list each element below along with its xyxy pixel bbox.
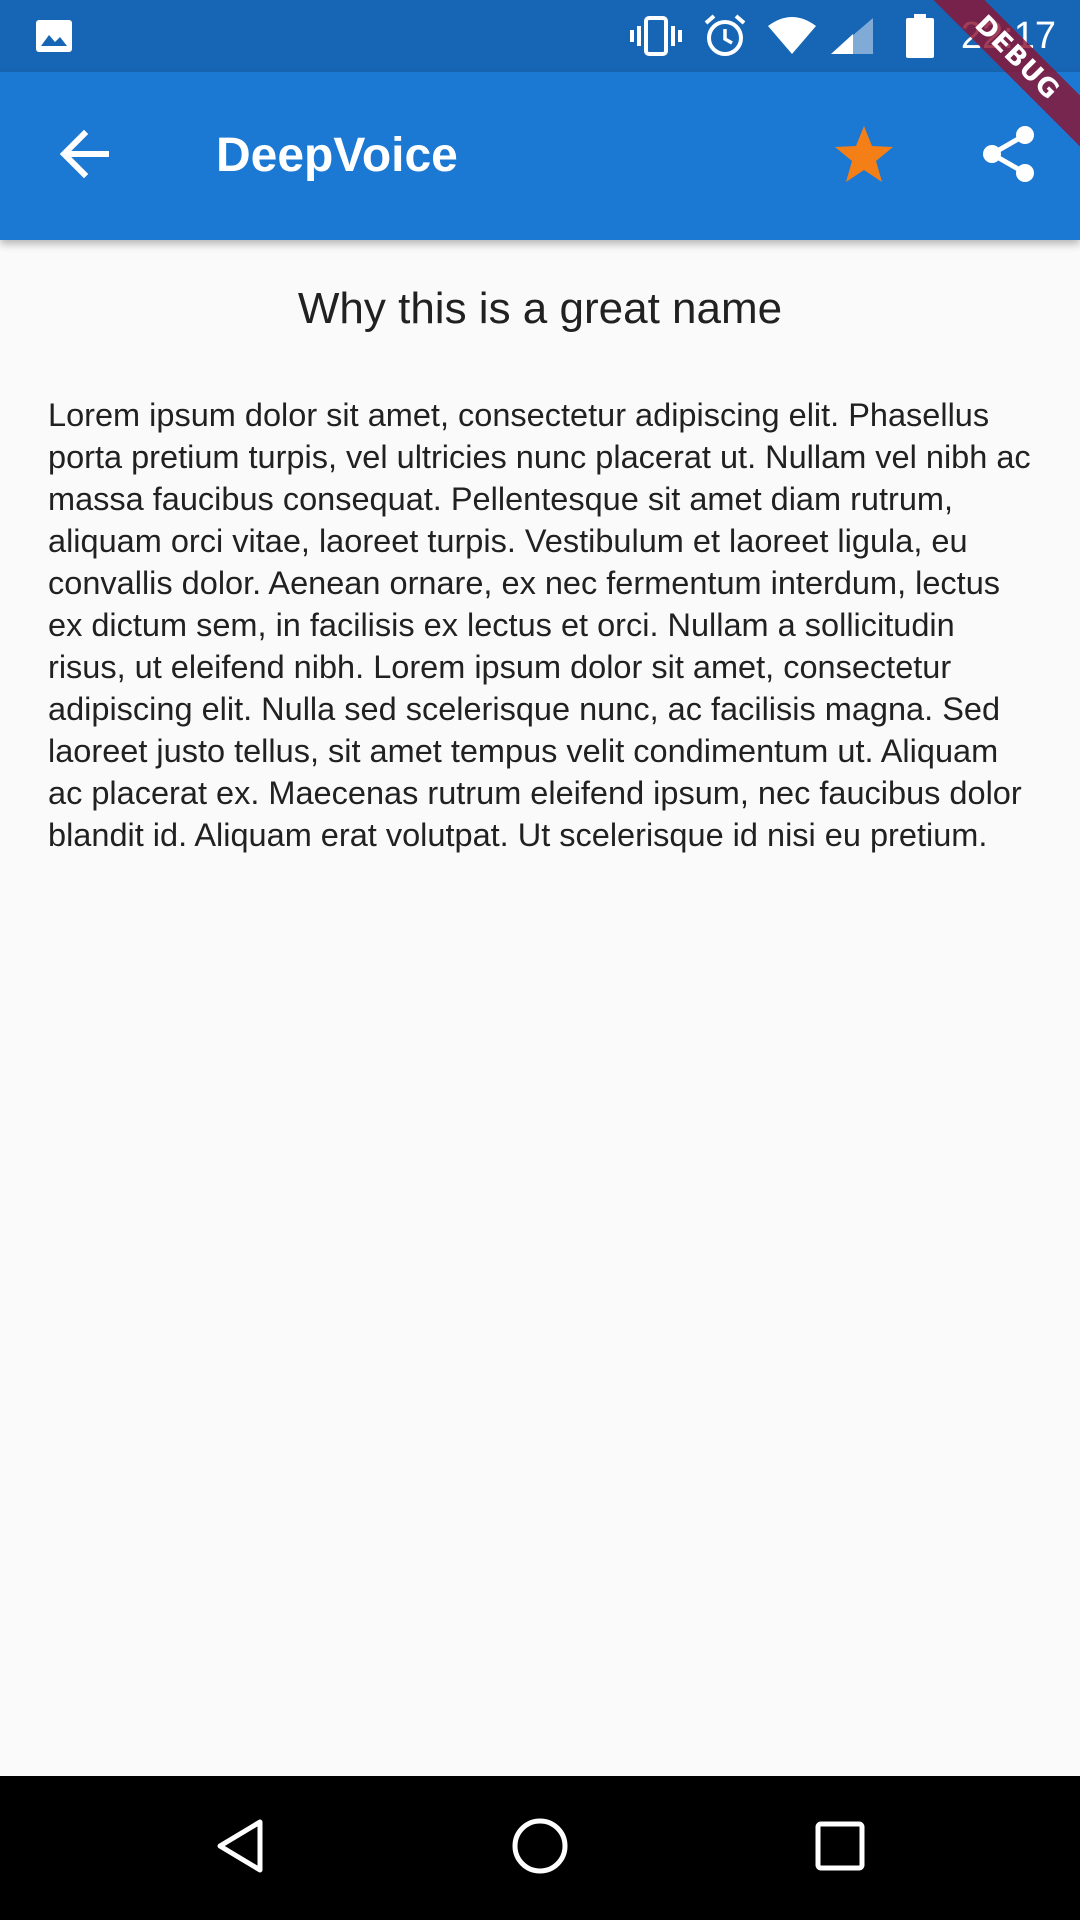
status-bar: 22:17 [0,0,1080,72]
recents-square-icon [814,1820,866,1877]
arrow-back-icon [58,128,110,185]
home-circle-icon [511,1817,569,1880]
share-icon [979,124,1037,189]
battery-icon [902,0,938,72]
body-text: Lorem ipsum dolor sit amet, consectetur … [48,397,1031,853]
page-heading: Why this is a great name [297,284,783,333]
back-button[interactable] [24,72,144,240]
cell-signal-icon [828,0,876,72]
star-icon [833,124,895,189]
app-bar: DeepVoice [0,72,1080,240]
nav-home-button[interactable] [440,1776,640,1920]
alarm-icon [700,0,750,72]
navigation-bar [0,1776,1080,1920]
vibrate-icon [628,0,684,72]
app-title: DeepVoice [216,129,458,182]
nav-recents-button[interactable] [740,1776,940,1920]
back-triangle-icon [214,1818,266,1879]
content-area: Why this is a great name Lorem ipsum dol… [0,240,1080,1776]
nav-back-button[interactable] [140,1776,340,1920]
screen: 22:17 DeepVoice [0,0,1080,1920]
wifi-icon [764,0,820,72]
image-notification-icon [34,0,74,72]
favorite-button[interactable] [804,72,924,240]
